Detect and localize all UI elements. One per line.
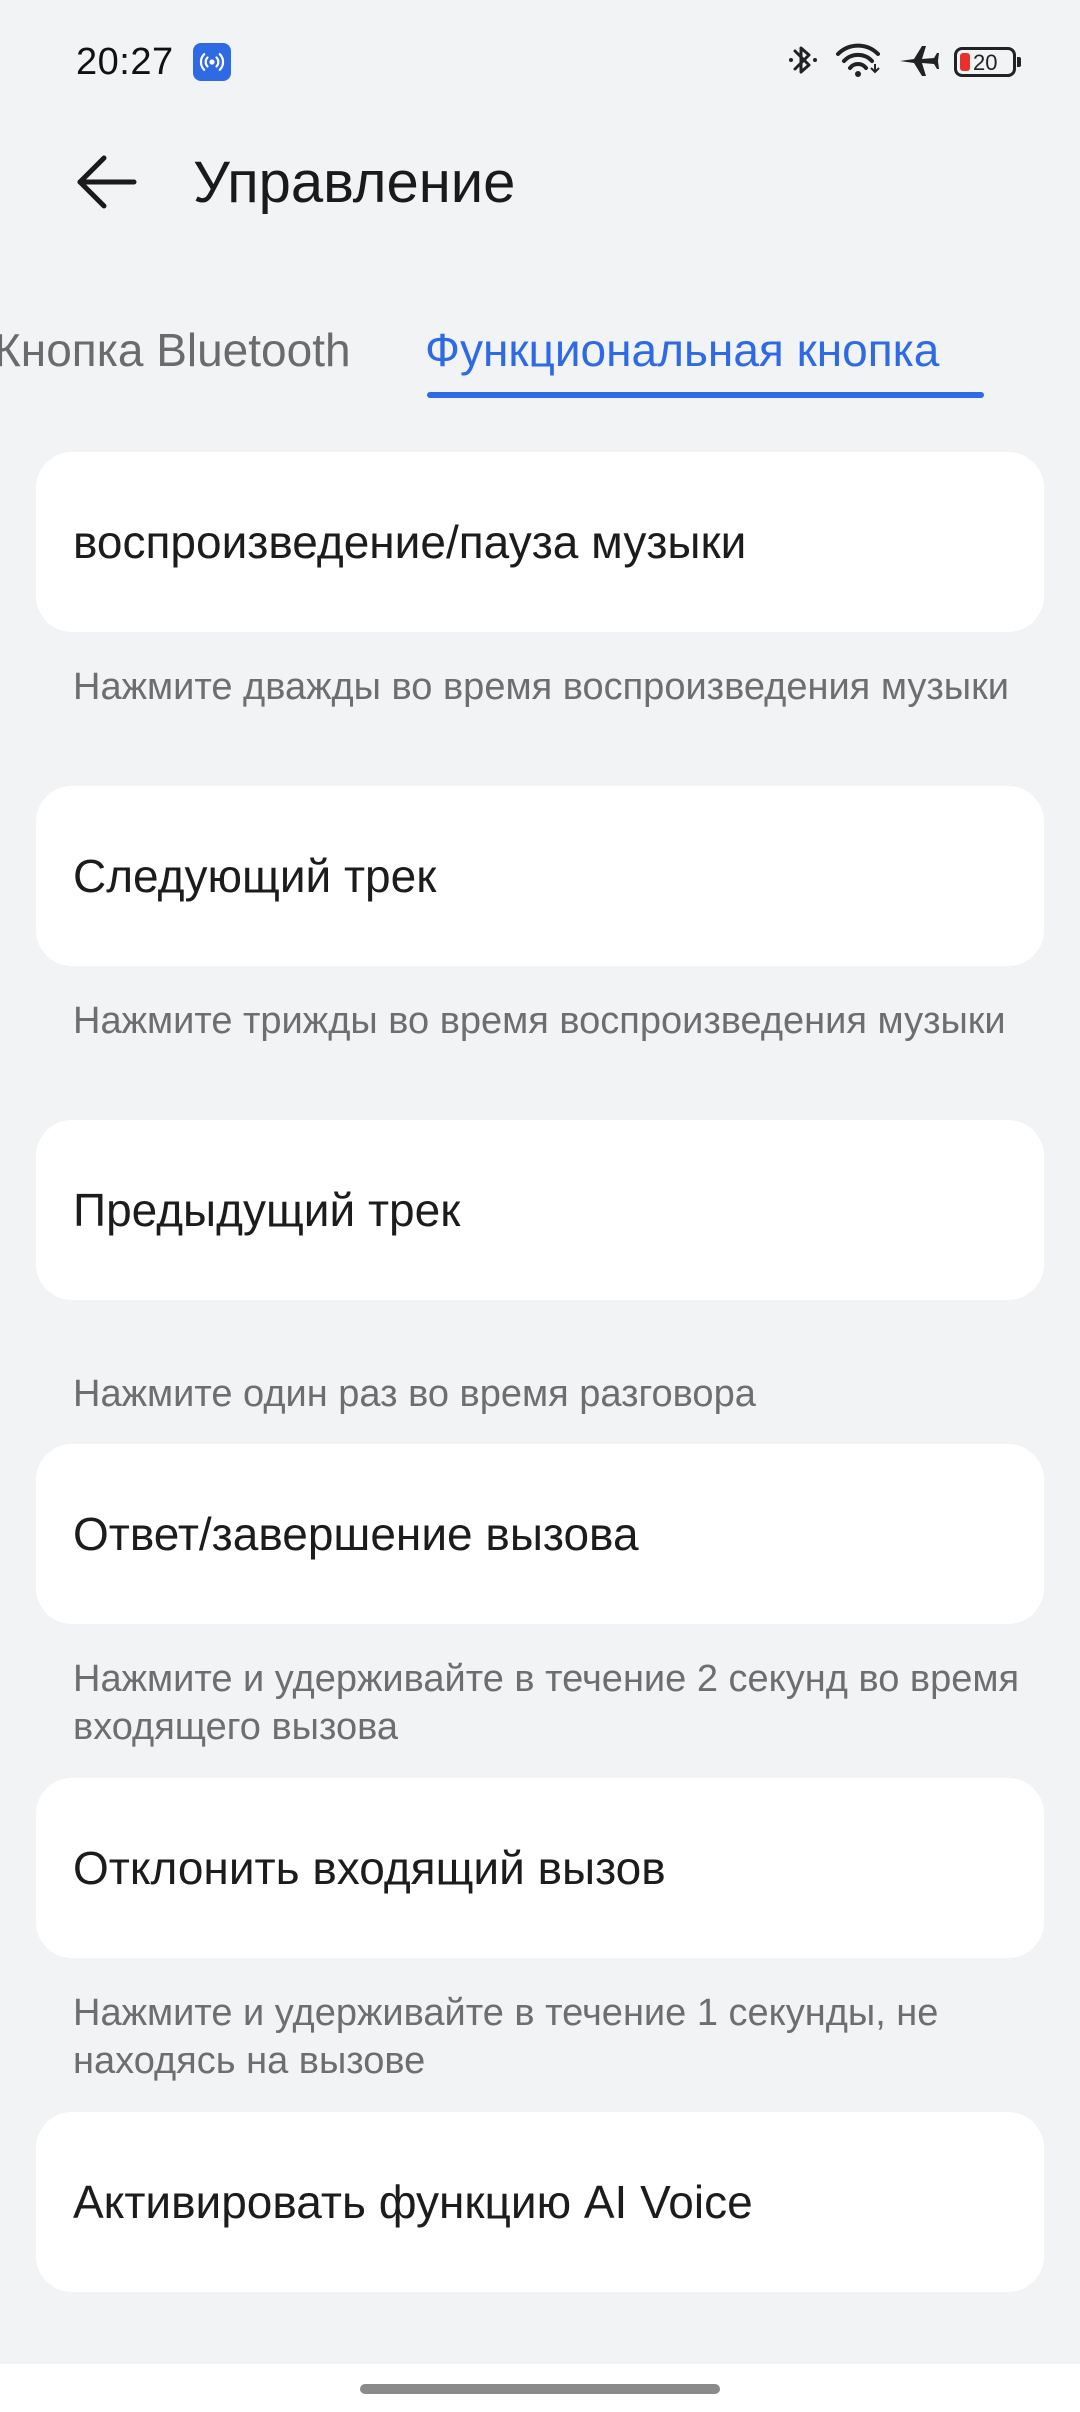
setting-card-label: Отклонить входящий вызов (73, 1842, 666, 1894)
setting-card-play-pause[interactable]: воспроизведение/пауза музыки (36, 452, 1044, 632)
setting-card-label: Активировать функцию AI Voice (73, 2176, 753, 2228)
setting-card-next-track[interactable]: Следующий трек (36, 786, 1044, 966)
setting-card-ai-voice[interactable]: Активировать функцию AI Voice (36, 2112, 1044, 2292)
tab-active-indicator (427, 392, 984, 398)
hotspot-icon (193, 43, 231, 81)
battery-level: 20 (973, 50, 998, 75)
setting-caption: Нажмите один раз во время разговора (73, 1373, 756, 1415)
home-indicator[interactable] (360, 2384, 720, 2394)
back-arrow-icon (77, 155, 137, 209)
setting-caption: Нажмите и удерживайте в течение 1 секунд… (73, 1992, 939, 2082)
setting-card-answer-end-call[interactable]: Ответ/завершение вызова (36, 1444, 1044, 1624)
navigation-bar (0, 2364, 1080, 2412)
tab-bar: Кнопка Bluetooth Функциональная кнопка (0, 310, 1080, 410)
setting-card-decline-call[interactable]: Отклонить входящий вызов (36, 1778, 1044, 1958)
battery-icon: 20 (954, 47, 1021, 77)
setting-card-label: Ответ/завершение вызова (73, 1508, 639, 1560)
setting-caption: Нажмите трижды во время воспроизведения … (73, 1000, 1006, 1042)
tab-bluetooth-button[interactable]: Кнопка Bluetooth (0, 310, 351, 390)
back-button[interactable] (56, 142, 156, 222)
airplane-icon (896, 40, 940, 85)
tab-function-button[interactable]: Функциональная кнопка (425, 310, 939, 390)
status-time: 20:27 (76, 41, 174, 83)
battery-fill (960, 53, 970, 71)
setting-card-label: воспроизведение/пауза музыки (73, 516, 747, 568)
setting-card-previous-track[interactable]: Предыдущий трек (36, 1120, 1044, 1300)
status-icons: 20 (786, 38, 1021, 86)
setting-caption: Нажмите и удерживайте в течение 2 секунд… (73, 1658, 1020, 1748)
status-bar: 20:27 20 (0, 0, 1080, 124)
header: Управление (0, 124, 1080, 240)
setting-card-label: Следующий трек (73, 850, 437, 902)
setting-caption: Нажмите дважды во время воспроизведения … (73, 666, 1009, 708)
wifi-icon (834, 40, 882, 85)
page-title: Управление (193, 150, 516, 215)
bluetooth-icon (786, 40, 820, 85)
setting-card-label: Предыдущий трек (73, 1184, 461, 1236)
